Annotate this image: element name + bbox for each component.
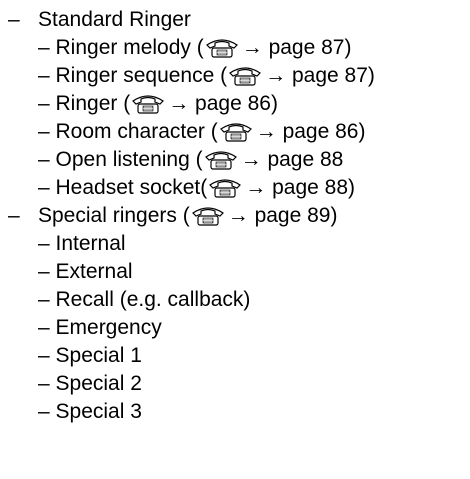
item-label: – Special 2 <box>38 372 142 395</box>
item-label: – Special 1 <box>38 344 142 367</box>
item-label: Standard Ringer <box>38 8 191 31</box>
phone-icon <box>205 39 238 58</box>
item-label: – Emergency <box>38 316 162 339</box>
bullet-dash: – <box>8 8 20 31</box>
bullet-dash: – <box>8 204 20 227</box>
list-item-special-ringers: – Special ringers ( → page 89) <box>8 202 337 230</box>
list-item-external: – External <box>38 258 133 286</box>
item-label: Special ringers ( <box>38 204 190 227</box>
list-item-internal: – Internal <box>38 230 126 258</box>
item-label: – Headset socket( <box>38 176 208 199</box>
item-label: – Ringer melody ( <box>38 36 204 59</box>
list-item-special-1: – Special 1 <box>38 342 142 370</box>
item-page-ref: → page 87) <box>265 64 375 87</box>
list-item-special-2: – Special 2 <box>38 370 142 398</box>
item-label: – External <box>38 260 133 283</box>
item-page-ref: → page 86) <box>168 92 278 115</box>
list-item-ringer-sequence: – Ringer sequence ( → page 87) <box>38 62 375 90</box>
item-label: – Open listening ( <box>38 148 203 171</box>
phone-icon <box>219 123 252 142</box>
list-item-open-listening: – Open listening ( → page 88 <box>38 146 343 174</box>
phone-icon <box>229 67 262 86</box>
item-label: – Special 3 <box>38 400 142 423</box>
item-page-ref: → page 89) <box>227 204 338 227</box>
item-label: – Ringer ( <box>38 92 131 115</box>
list-item-ringer-melody: – Ringer melody ( → page 87) <box>38 34 351 62</box>
list-item-headset-socket: – Headset socket( → page 88) <box>38 174 355 202</box>
item-label: – Room character ( <box>38 120 218 143</box>
list-item-emergency: – Emergency <box>38 314 162 342</box>
list-item-ringer: – Ringer ( → page 86) <box>38 90 278 118</box>
item-page-ref: → page 88 <box>240 148 344 171</box>
item-label: – Ringer sequence ( <box>38 64 228 87</box>
phone-icon <box>191 207 224 226</box>
phone-icon <box>209 179 242 198</box>
item-label: – Recall (e.g. callback) <box>38 288 251 311</box>
phone-icon <box>204 151 237 170</box>
list-item-standard-ringer: – Standard Ringer <box>8 6 191 34</box>
item-page-ref: → page 86) <box>255 120 366 143</box>
list-item-recall: – Recall (e.g. callback) <box>38 286 250 314</box>
list-item-special-3: – Special 3 <box>38 398 142 426</box>
item-label: – Internal <box>38 232 126 255</box>
item-page-ref: → page 88) <box>245 176 356 199</box>
item-page-ref: → page 87) <box>241 36 352 59</box>
list-item-room-character: – Room character ( → page 86) <box>38 118 365 146</box>
phone-icon <box>132 95 165 114</box>
